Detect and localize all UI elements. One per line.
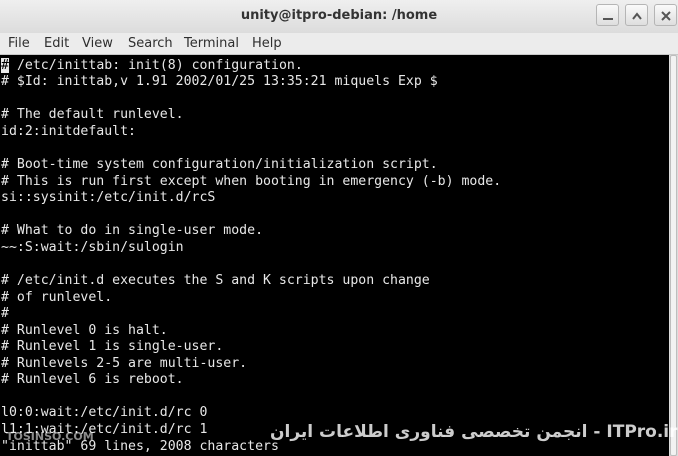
terminal-line: si::sysinit:/etc/init.d/rcS: [1, 190, 216, 205]
terminal-line: ~~:S:wait:/sbin/sulogin: [1, 240, 184, 255]
terminal-line: #: [1, 306, 9, 321]
terminal-line: # The default runlevel.: [1, 107, 184, 122]
menu-search[interactable]: Search: [128, 36, 173, 51]
maximize-button[interactable]: [625, 4, 648, 26]
terminal-line: # What to do in single-user mode.: [1, 223, 264, 238]
terminal-line: # Runlevels 2-5 are multi-user.: [1, 356, 248, 371]
terminal-line: /etc/inittab: init(8) configuration.: [9, 58, 303, 73]
watermark-text: انجمن تخصصی فناوری اطلاعات ایران - ITPro…: [270, 422, 678, 442]
terminal-line: # of runlevel.: [1, 290, 113, 305]
watermark-left: TOSINSO.COM: [6, 430, 94, 443]
terminal-line: # Runlevel 0 is halt.: [1, 323, 168, 338]
terminal-line: l0:0:wait:/etc/init.d/rc 0: [1, 405, 208, 420]
menu-view[interactable]: View: [82, 36, 113, 51]
terminal-line: # $Id: inittab,v 1.91 2002/01/25 13:35:2…: [1, 74, 438, 89]
terminal-output[interactable]: # /etc/inittab: init(8) configuration. #…: [0, 55, 669, 456]
menu-help[interactable]: Help: [252, 36, 282, 51]
terminal-line: # Boot-time system configuration/initial…: [1, 157, 438, 172]
scrollbar-thumb[interactable]: [670, 55, 677, 456]
window-title: unity@itpro-debian: /home: [240, 8, 438, 23]
vertical-scrollbar[interactable]: [669, 55, 678, 456]
minimize-icon: [603, 18, 613, 20]
maximize-icon: [632, 12, 642, 20]
terminal-line: id:2:initdefault:: [1, 124, 136, 139]
title-bar[interactable]: unity@itpro-debian: /home: [0, 0, 678, 33]
menu-file[interactable]: File: [8, 36, 30, 51]
close-icon: [661, 11, 671, 21]
terminal-line: # /etc/init.d executes the S and K scrip…: [1, 273, 430, 288]
cursor-character: #: [1, 58, 9, 73]
minimize-button[interactable]: [596, 4, 619, 26]
menu-edit[interactable]: Edit: [44, 36, 69, 51]
terminal-line: # Runlevel 1 is single-user.: [1, 339, 224, 354]
menu-terminal[interactable]: Terminal: [184, 36, 239, 51]
close-button[interactable]: [654, 4, 677, 26]
terminal-line: # Runlevel 6 is reboot.: [1, 372, 184, 387]
terminal-window: unity@itpro-debian: /home File Edit View…: [0, 0, 678, 456]
terminal-line: # This is run first except when booting …: [1, 174, 502, 189]
menu-bar: File Edit View Search Terminal Help: [0, 33, 678, 55]
